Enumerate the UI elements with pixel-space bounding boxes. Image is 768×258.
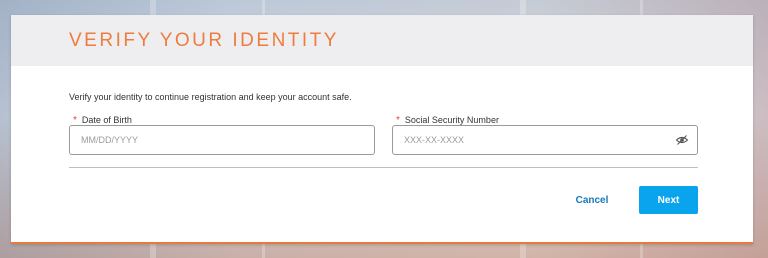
eye-slash-icon[interactable] (675, 133, 689, 147)
ssn-input[interactable] (392, 125, 698, 155)
verify-identity-card: VERIFY YOUR IDENTITY Verify your identit… (11, 15, 753, 244)
ssn-label-text: Social Security Number (404, 115, 499, 125)
dob-label-text: Date of Birth (81, 115, 132, 125)
page-title: VERIFY YOUR IDENTITY (69, 30, 339, 51)
cancel-button[interactable]: Cancel (564, 186, 620, 214)
form-body: Verify your identity to continue registr… (11, 66, 753, 242)
card-header: VERIFY YOUR IDENTITY (11, 15, 753, 66)
next-button[interactable]: Next (639, 186, 698, 214)
divider (69, 167, 698, 168)
date-of-birth-input[interactable] (69, 125, 375, 155)
intro-text: Verify your identity to continue registr… (69, 92, 352, 102)
